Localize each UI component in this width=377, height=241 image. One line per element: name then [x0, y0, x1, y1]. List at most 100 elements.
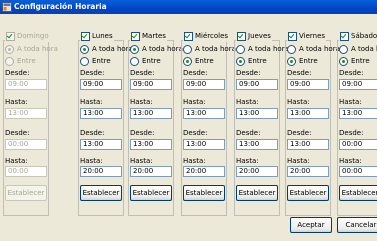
radio-dot[interactable]: [5, 56, 14, 66]
radio-range[interactable]: Entre: [80, 56, 111, 66]
from-time-1-input[interactable]: 09:00: [287, 79, 329, 90]
from-time-1-input[interactable]: 09:00: [339, 79, 377, 90]
day-label: Jueves: [248, 32, 271, 40]
to-label: Hasta:: [236, 98, 259, 106]
set-button[interactable]: Establecer: [339, 185, 377, 201]
radio-dot[interactable]: [5, 44, 14, 54]
from-time-2-input[interactable]: 13:00: [80, 139, 122, 150]
to-time-1-input[interactable]: 13:00: [183, 108, 225, 119]
radio-dot[interactable]: [80, 44, 89, 54]
radio-dot[interactable]: [183, 56, 192, 66]
from-time-1-input[interactable]: 09:00: [130, 79, 172, 90]
radio-range[interactable]: Entre: [5, 56, 36, 66]
from-label: Desde:: [5, 69, 30, 77]
title-bar[interactable]: Configuración Horaria: [0, 0, 377, 14]
radio-range[interactable]: Entre: [183, 56, 214, 66]
day-label: Domingo: [17, 32, 49, 40]
to-time-2-input[interactable]: 20:00: [130, 166, 172, 177]
to-time-2-input[interactable]: 20:00: [80, 166, 122, 177]
to-time-2-input[interactable]: 00:00: [339, 166, 377, 177]
set-button-label: Establecer: [7, 189, 45, 197]
radio-dot[interactable]: [236, 56, 245, 66]
set-button-label: Establecer: [82, 189, 120, 197]
radio-dot[interactable]: [130, 56, 139, 66]
from-label: Desde:: [236, 129, 261, 137]
checkbox-box[interactable]: [184, 31, 193, 41]
to-label: Hasta:: [287, 98, 310, 106]
from-time-2-input[interactable]: 13:00: [130, 139, 172, 150]
checkbox-box[interactable]: [237, 31, 246, 41]
to-time-1-input[interactable]: 13:00: [287, 108, 329, 119]
to-time-1-input[interactable]: 13:00: [236, 108, 278, 119]
radio-range-label: Entre: [351, 57, 370, 65]
set-button-label: Establecer: [289, 189, 327, 197]
to-time-2-input[interactable]: 20:00: [287, 166, 329, 177]
set-button[interactable]: Establecer: [287, 185, 329, 201]
to-time-1-input[interactable]: 13:00: [339, 108, 377, 119]
to-time-1-input[interactable]: 13:00: [80, 108, 122, 119]
from-time-1-input[interactable]: 09:00: [183, 79, 225, 90]
to-time-1-input[interactable]: 13:00: [5, 108, 47, 119]
radio-dot[interactable]: [80, 56, 89, 66]
checkbox-box[interactable]: [288, 31, 297, 41]
radio-full-day[interactable]: A toda hora: [236, 44, 289, 54]
radio-range[interactable]: Entre: [339, 56, 370, 66]
radio-dot[interactable]: [339, 56, 348, 66]
radio-full-day[interactable]: A toda hora: [287, 44, 340, 54]
to-time-2-input[interactable]: 20:00: [183, 166, 225, 177]
day-enable-checkbox[interactable]: Sábado: [339, 30, 377, 42]
radio-dot[interactable]: [287, 44, 296, 54]
day-enable-checkbox[interactable]: Viernes: [287, 30, 327, 42]
radio-range[interactable]: Entre: [287, 56, 318, 66]
from-label: Desde:: [130, 129, 155, 137]
checkbox-box[interactable]: [6, 31, 15, 41]
to-label: Hasta:: [80, 157, 103, 165]
day-enable-checkbox[interactable]: Domingo: [5, 30, 50, 42]
radio-dot[interactable]: [183, 44, 192, 54]
day-enable-checkbox[interactable]: Jueves: [236, 30, 272, 42]
radio-range[interactable]: Entre: [236, 56, 267, 66]
checkbox-box[interactable]: [131, 31, 140, 41]
checkbox-box[interactable]: [340, 31, 349, 41]
set-button[interactable]: Establecer: [80, 185, 122, 201]
radio-dot[interactable]: [130, 44, 139, 54]
accept-button-label: Aceptar: [297, 221, 325, 229]
day-enable-checkbox[interactable]: Lunes: [80, 30, 114, 42]
radio-full-day[interactable]: A toda hora: [183, 44, 236, 54]
radio-full-day[interactable]: A toda hora: [80, 44, 133, 54]
radio-full-day[interactable]: A toda hora: [130, 44, 183, 54]
set-button[interactable]: Establecer: [236, 185, 278, 201]
to-time-2-input[interactable]: 00:00: [5, 166, 47, 177]
radio-full-day[interactable]: A toda hora: [339, 44, 377, 54]
window-title: Configuración Horaria: [14, 2, 107, 11]
to-time-1-input[interactable]: 13:00: [130, 108, 172, 119]
from-time-2-input[interactable]: 13:00: [287, 139, 329, 150]
checkbox-box[interactable]: [81, 31, 90, 41]
radio-full-day-label: A toda hora: [299, 45, 340, 53]
radio-dot[interactable]: [339, 44, 348, 54]
to-time-2-input[interactable]: 20:00: [236, 166, 278, 177]
radio-range[interactable]: Entre: [130, 56, 161, 66]
set-button[interactable]: Establecer: [183, 185, 225, 201]
from-time-1-input[interactable]: 09:00: [236, 79, 278, 90]
from-time-2-input[interactable]: 13:00: [236, 139, 278, 150]
set-button[interactable]: Establecer: [5, 185, 47, 201]
set-button[interactable]: Establecer: [130, 185, 172, 201]
accept-button[interactable]: Aceptar: [290, 217, 332, 233]
from-time-1-input[interactable]: 09:00: [5, 79, 47, 90]
to-label: Hasta:: [236, 157, 259, 165]
day-enable-checkbox[interactable]: Martes: [130, 30, 167, 42]
radio-dot[interactable]: [236, 44, 245, 54]
from-label: Desde:: [80, 129, 105, 137]
cancel-button[interactable]: Cancelar: [337, 217, 377, 233]
day-enable-checkbox[interactable]: Miércoles: [183, 30, 230, 42]
day-label: Viernes: [299, 32, 326, 40]
from-time-2-input[interactable]: 13:00: [183, 139, 225, 150]
from-time-1-input[interactable]: 09:00: [80, 79, 122, 90]
day-label: Martes: [142, 32, 166, 40]
from-time-2-input[interactable]: 00:00: [5, 139, 47, 150]
radio-dot[interactable]: [287, 56, 296, 66]
from-time-2-input[interactable]: 00:00: [339, 139, 377, 150]
from-label: Desde:: [183, 129, 208, 137]
radio-full-day[interactable]: A toda hora: [5, 44, 58, 54]
